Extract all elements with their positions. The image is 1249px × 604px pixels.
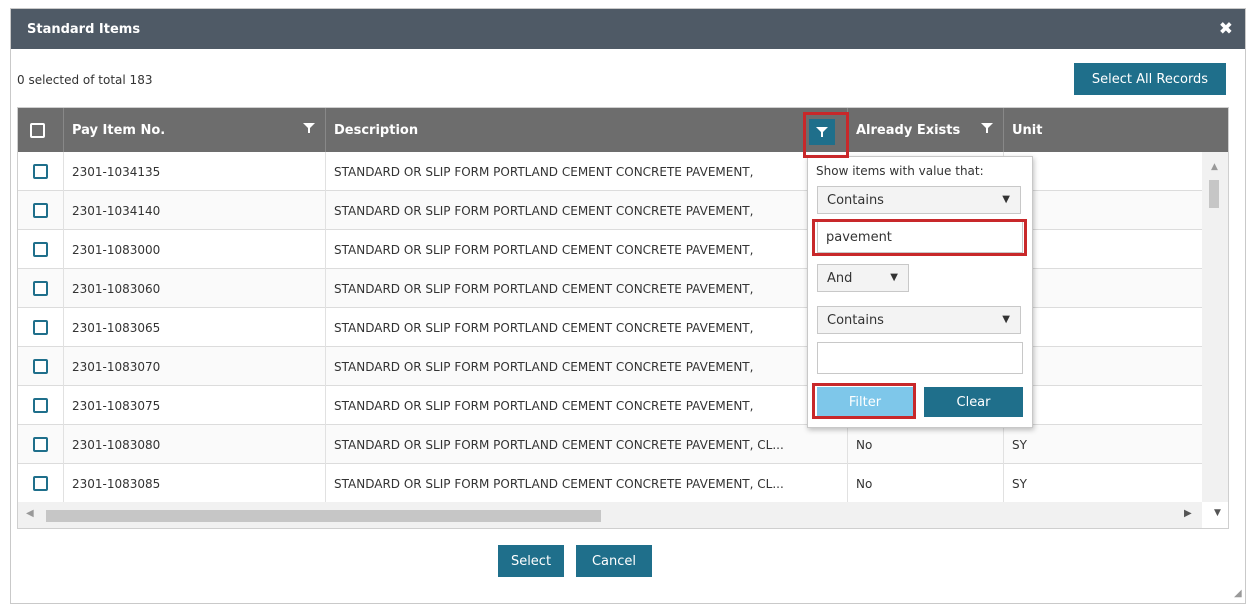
- dialog-titlebar: Standard Items ✖: [11, 9, 1245, 49]
- row-checkbox-cell: [18, 464, 64, 503]
- row-checkbox[interactable]: [33, 359, 48, 374]
- row-checkbox[interactable]: [33, 437, 48, 452]
- scroll-left-arrow-icon[interactable]: ◀: [26, 508, 34, 519]
- row-checkbox-cell: [18, 152, 64, 191]
- column-label: Description: [334, 122, 419, 138]
- pay-item-no-cell: 2301-1034140: [64, 191, 326, 230]
- filter-button[interactable]: Filter: [817, 387, 913, 417]
- pay-item-no-cell: 2301-1083075: [64, 386, 326, 425]
- row-checkbox[interactable]: [33, 281, 48, 296]
- pay-item-no-cell: 2301-1083085: [64, 464, 326, 503]
- dropdown-value: Contains: [827, 192, 884, 208]
- dropdown-arrow-icon: ▼: [1002, 314, 1010, 325]
- row-checkbox[interactable]: [33, 476, 48, 491]
- column-label: Already Exists: [856, 122, 961, 138]
- unit-cell: [1004, 347, 1202, 386]
- description-cell: STANDARD OR SLIP FORM PORTLAND CEMENT CO…: [326, 386, 848, 425]
- filter-funnel-icon[interactable]: [981, 122, 993, 138]
- select-button[interactable]: Select: [498, 545, 564, 577]
- resize-grip-icon[interactable]: ◢: [1234, 588, 1242, 599]
- column-header-unit[interactable]: Unit: [1004, 108, 1228, 152]
- unit-cell: [1004, 191, 1202, 230]
- column-header-pay-item-no[interactable]: Pay Item No.: [64, 108, 326, 152]
- column-label: Pay Item No.: [72, 122, 166, 138]
- horizontal-scrollbar[interactable]: ◀ ▶: [18, 502, 1202, 528]
- clear-button[interactable]: Clear: [924, 387, 1023, 417]
- column-label: Unit: [1012, 122, 1043, 138]
- table-row[interactable]: 2301-1083080 STANDARD OR SLIP FORM PORTL…: [18, 425, 1202, 464]
- scroll-up-arrow-icon[interactable]: ▲: [1211, 162, 1218, 172]
- row-checkbox-cell: [18, 269, 64, 308]
- row-checkbox-cell: [18, 308, 64, 347]
- pay-item-no-cell: 2301-1083000: [64, 230, 326, 269]
- unit-cell: [1004, 386, 1202, 425]
- vertical-scrollbar[interactable]: ▲: [1202, 152, 1228, 502]
- filter-value-1-input[interactable]: pavement: [817, 221, 1023, 253]
- description-cell: STANDARD OR SLIP FORM PORTLAND CEMENT CO…: [326, 191, 848, 230]
- description-cell: STANDARD OR SLIP FORM PORTLAND CEMENT CO…: [326, 269, 848, 308]
- filter-funnel-icon[interactable]: [303, 122, 315, 138]
- close-icon[interactable]: ✖: [1219, 19, 1233, 39]
- dropdown-value: Contains: [827, 312, 884, 328]
- dropdown-arrow-icon: ▼: [1002, 194, 1010, 205]
- unit-cell: [1004, 152, 1202, 191]
- input-value: pavement: [826, 229, 892, 245]
- row-checkbox-cell: [18, 347, 64, 386]
- pay-item-no-cell: 2301-1083065: [64, 308, 326, 347]
- row-checkbox[interactable]: [33, 320, 48, 335]
- dropdown-value: And: [827, 270, 853, 286]
- pay-item-no-cell: 2301-1083080: [64, 425, 326, 464]
- description-cell: STANDARD OR SLIP FORM PORTLAND CEMENT CO…: [326, 308, 848, 347]
- filter-logic-dropdown[interactable]: And ▼: [817, 264, 909, 292]
- row-checkbox-cell: [18, 386, 64, 425]
- cancel-button[interactable]: Cancel: [576, 545, 652, 577]
- already-exists-cell: No: [848, 464, 1004, 503]
- select-all-checkbox[interactable]: [30, 122, 45, 138]
- row-checkbox[interactable]: [33, 203, 48, 218]
- items-grid: Pay Item No. Description Already Exists …: [17, 107, 1229, 529]
- header-checkbox-cell: [18, 108, 64, 152]
- horizontal-scroll-thumb[interactable]: [46, 510, 601, 522]
- filter-operator-1-dropdown[interactable]: Contains ▼: [817, 186, 1021, 214]
- filter-value-2-input[interactable]: [817, 342, 1023, 374]
- table-row[interactable]: 2301-1083085 STANDARD OR SLIP FORM PORTL…: [18, 464, 1202, 503]
- unit-cell: SY: [1012, 476, 1027, 491]
- selection-count: 0 selected of total 183: [17, 73, 153, 87]
- unit-cell: SY: [1012, 437, 1027, 452]
- select-all-records-button[interactable]: Select All Records: [1074, 63, 1226, 95]
- description-cell: STANDARD OR SLIP FORM PORTLAND CEMENT CO…: [326, 425, 848, 464]
- dropdown-arrow-icon: ▼: [890, 272, 898, 283]
- already-exists-cell: No: [848, 425, 1004, 464]
- scroll-right-arrow-icon[interactable]: ▶: [1184, 508, 1192, 519]
- row-checkbox[interactable]: [33, 164, 48, 179]
- filter-funnel-icon[interactable]: [809, 119, 835, 145]
- description-cell: STANDARD OR SLIP FORM PORTLAND CEMENT CO…: [326, 347, 848, 386]
- row-checkbox[interactable]: [33, 398, 48, 413]
- pay-item-no-cell: 2301-1083060: [64, 269, 326, 308]
- unit-cell: [1004, 269, 1202, 308]
- filter-operator-2-dropdown[interactable]: Contains ▼: [817, 306, 1021, 334]
- row-checkbox[interactable]: [33, 242, 48, 257]
- column-header-already-exists[interactable]: Already Exists: [848, 108, 1004, 152]
- dialog-title: Standard Items: [27, 22, 141, 37]
- unit-cell: [1004, 308, 1202, 347]
- unit-cell: [1004, 230, 1202, 269]
- description-cell: STANDARD OR SLIP FORM PORTLAND CEMENT CO…: [326, 152, 848, 191]
- pay-item-no-cell: 2301-1083070: [64, 347, 326, 386]
- scroll-down-arrow-icon[interactable]: ▼: [1214, 508, 1221, 518]
- vertical-scroll-thumb[interactable]: [1209, 180, 1219, 208]
- description-cell: STANDARD OR SLIP FORM PORTLAND CEMENT CO…: [326, 230, 848, 269]
- description-cell: STANDARD OR SLIP FORM PORTLAND CEMENT CO…: [326, 464, 848, 503]
- grid-header: Pay Item No. Description Already Exists …: [18, 108, 1228, 152]
- row-checkbox-cell: [18, 230, 64, 269]
- pay-item-no-cell: 2301-1034135: [64, 152, 326, 191]
- row-checkbox-cell: [18, 191, 64, 230]
- filter-hint: Show items with value that:: [816, 164, 984, 178]
- column-header-description[interactable]: Description: [326, 108, 848, 152]
- row-checkbox-cell: [18, 425, 64, 464]
- filter-popup: Show items with value that: Contains ▼ p…: [807, 156, 1033, 428]
